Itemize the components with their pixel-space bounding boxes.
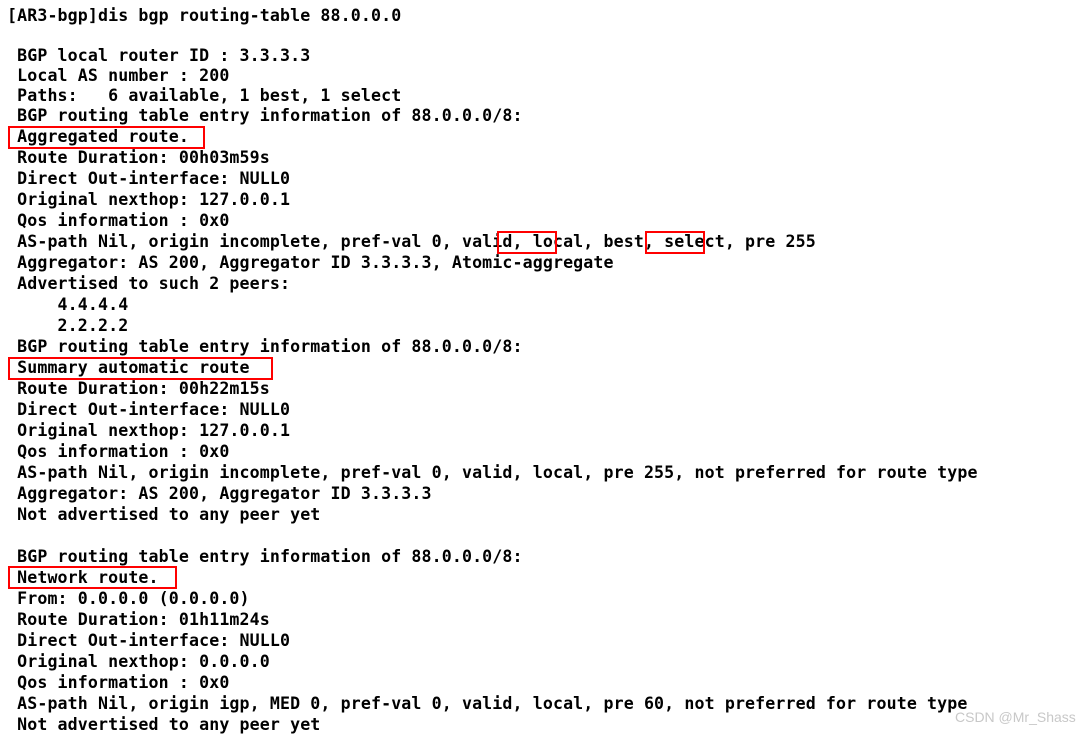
- terminal-line: Not advertised to any peer yet: [7, 505, 321, 524]
- terminal-line: Original nexthop: 127.0.0.1: [7, 190, 291, 209]
- terminal-line: AS-path Nil, origin igp, MED 0, pref-val…: [7, 694, 968, 713]
- terminal-line: Direct Out-interface: NULL0: [7, 400, 291, 419]
- terminal-line: BGP routing table entry information of 8…: [7, 337, 523, 356]
- terminal-line: Local AS number : 200: [7, 66, 230, 85]
- terminal-line: Direct Out-interface: NULL0: [7, 631, 291, 650]
- terminal-line: Advertised to such 2 peers:: [7, 274, 291, 293]
- terminal-line: 2.2.2.2: [7, 316, 129, 335]
- terminal-line: BGP routing table entry information of 8…: [7, 106, 523, 125]
- terminal-line: Original nexthop: 127.0.0.1: [7, 421, 291, 440]
- terminal-line: Paths: 6 available, 1 best, 1 select: [7, 86, 402, 105]
- terminal-line: Aggregator: AS 200, Aggregator ID 3.3.3.…: [7, 484, 432, 503]
- terminal-line: Qos information : 0x0: [7, 442, 230, 461]
- terminal-line: Network route.: [7, 568, 159, 587]
- terminal-line: From: 0.0.0.0 (0.0.0.0): [7, 589, 250, 608]
- terminal-line: 4.4.4.4: [7, 295, 129, 314]
- watermark: CSDN @Mr_Shass: [955, 709, 1076, 725]
- terminal-line: Original nexthop: 0.0.0.0: [7, 652, 270, 671]
- terminal-line: AS-path Nil, origin incomplete, pref-val…: [7, 463, 978, 482]
- terminal-line: Summary automatic route: [7, 358, 250, 377]
- terminal-line: Direct Out-interface: NULL0: [7, 169, 291, 188]
- terminal-line: BGP local router ID : 3.3.3.3: [7, 46, 311, 65]
- terminal-line: [AR3-bgp]dis bgp routing-table 88.0.0.0: [7, 6, 402, 25]
- terminal-line: Aggregator: AS 200, Aggregator ID 3.3.3.…: [7, 253, 614, 272]
- terminal-line: Not advertised to any peer yet: [7, 715, 321, 734]
- terminal-screenshot: [AR3-bgp]dis bgp routing-table 88.0.0.0 …: [0, 0, 1076, 734]
- terminal-line: Route Duration: 00h22m15s: [7, 379, 270, 398]
- terminal-line: AS-path Nil, origin incomplete, pref-val…: [7, 232, 816, 251]
- terminal-line: Qos information : 0x0: [7, 211, 230, 230]
- terminal-line: BGP routing table entry information of 8…: [7, 547, 523, 566]
- terminal-line: Aggregated route.: [7, 127, 189, 146]
- terminal-line: Route Duration: 00h03m59s: [7, 148, 270, 167]
- terminal-line: Qos information : 0x0: [7, 673, 230, 692]
- terminal-output-pane[interactable]: [AR3-bgp]dis bgp routing-table 88.0.0.0 …: [0, 0, 1076, 734]
- terminal-line: Route Duration: 01h11m24s: [7, 610, 270, 629]
